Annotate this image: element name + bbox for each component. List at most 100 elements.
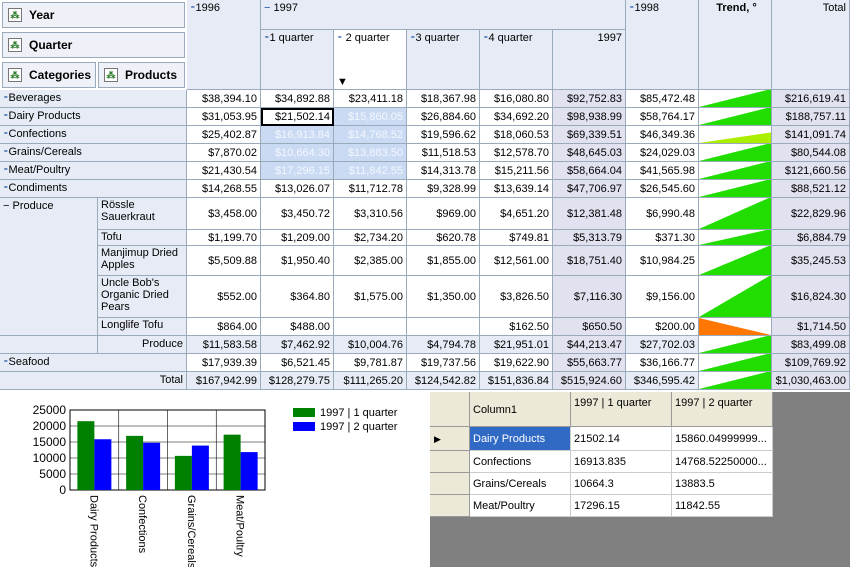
value-cell[interactable]: $26,545.60 [626,180,699,198]
value-cell[interactable]: $85,472.48 [626,90,699,108]
value-cell[interactable]: $34,692.20 [480,108,553,126]
header-trend[interactable]: Trend, ° [699,0,772,90]
sort-arrow-icon[interactable]: ▼ [337,74,348,89]
value-cell[interactable]: $488.00 [261,318,334,336]
value-cell[interactable]: $3,310.56 [334,198,407,230]
header-q3[interactable]: ⁃3 quarter [407,30,480,90]
value-cell[interactable]: $5,509.88 [187,246,261,276]
value-cell[interactable]: $36,166.77 [626,354,699,372]
value-cell[interactable]: $18,367.98 [407,90,480,108]
value-cell[interactable]: $111,265.20 [334,372,407,390]
value-cell[interactable]: $16,080.80 [480,90,553,108]
grid-row-header[interactable] [430,473,470,495]
value-cell[interactable]: $5,313.79 [553,230,626,246]
value-cell[interactable]: $35,245.53 [772,246,850,276]
value-cell[interactable]: $1,030,463.00 [772,372,850,390]
value-cell[interactable]: $1,209.00 [261,230,334,246]
year-field-button[interactable]: ⁂ Year [2,2,185,28]
value-cell[interactable]: $124,542.82 [407,372,480,390]
value-cell[interactable]: $515,924.60 [553,372,626,390]
category-condiments[interactable]: ⁃Condiments [0,180,187,198]
value-cell[interactable]: $18,060.53 [480,126,553,144]
value-cell[interactable]: $15,860.05 [334,108,407,126]
value-cell[interactable]: $46,349.36 [626,126,699,144]
product-label[interactable]: Tofu [98,230,187,246]
value-cell[interactable]: $4,651.20 [480,198,553,230]
product-label[interactable]: Manjimup Dried Apples [98,246,187,276]
value-cell[interactable]: $7,870.02 [187,144,261,162]
grid-cell[interactable]: 17296.15 [571,495,672,517]
value-cell[interactable]: $19,596.62 [407,126,480,144]
value-cell[interactable]: $6,990.48 [626,198,699,230]
value-cell[interactable]: $3,458.00 [187,198,261,230]
value-cell[interactable]: $34,892.88 [261,90,334,108]
value-cell[interactable]: $88,521.12 [772,180,850,198]
value-cell[interactable]: $38,394.10 [187,90,261,108]
value-cell[interactable]: $21,430.54 [187,162,261,180]
value-cell[interactable]: $19,737.56 [407,354,480,372]
category-meat-poultry[interactable]: ⁃Meat/Poultry [0,162,187,180]
grid-cell[interactable]: 14768.52250000... [672,451,773,473]
value-cell[interactable]: $14,768.52 [334,126,407,144]
value-cell[interactable]: $9,156.00 [626,276,699,318]
value-cell[interactable]: $12,561.00 [480,246,553,276]
value-cell[interactable]: $47,706.97 [553,180,626,198]
value-cell[interactable]: $1,199.70 [187,230,261,246]
value-cell[interactable]: $552.00 [187,276,261,318]
grid-row-header[interactable] [430,495,470,517]
value-cell[interactable]: $6,884.79 [772,230,850,246]
value-cell[interactable]: $9,328.99 [407,180,480,198]
grid-cell[interactable]: 16913.835 [571,451,672,473]
value-cell[interactable]: $31,053.95 [187,108,261,126]
value-cell[interactable]: $1,855.00 [407,246,480,276]
product-label[interactable]: Rössle Sauerkraut [98,198,187,230]
value-cell[interactable]: $864.00 [187,318,261,336]
value-cell[interactable]: $10,984.25 [626,246,699,276]
value-cell[interactable]: $14,268.55 [187,180,261,198]
header-q1[interactable]: ⁃1 quarter [261,30,334,90]
grid-row-header[interactable] [430,451,470,473]
value-cell[interactable]: $14,313.78 [407,162,480,180]
value-cell[interactable]: $1,950.40 [261,246,334,276]
category-produce[interactable]: − Produce [0,198,98,336]
product-label[interactable]: Uncle Bob's Organic Dried Pears [98,276,187,318]
value-cell[interactable]: $1,350.00 [407,276,480,318]
value-cell[interactable]: $7,116.30 [553,276,626,318]
value-cell[interactable]: $10,004.76 [334,336,407,354]
value-cell[interactable]: $969.00 [407,198,480,230]
value-cell[interactable]: $3,450.72 [261,198,334,230]
grid-cell[interactable]: Dairy Products [470,427,571,451]
value-cell[interactable] [334,318,407,336]
value-cell[interactable]: $55,663.77 [553,354,626,372]
value-cell[interactable]: $11,712.78 [334,180,407,198]
value-cell[interactable]: $11,518.53 [407,144,480,162]
value-cell[interactable]: $3,826.50 [480,276,553,318]
value-cell[interactable]: $650.50 [553,318,626,336]
category-seafood[interactable]: ⁃Seafood [0,354,187,372]
value-cell[interactable]: $109,769.92 [772,354,850,372]
value-cell[interactable]: $98,938.99 [553,108,626,126]
value-cell[interactable]: $200.00 [626,318,699,336]
value-cell[interactable]: $25,402.87 [187,126,261,144]
header-1997-total[interactable]: 1997 [553,30,626,90]
value-cell[interactable]: $128,279.75 [261,372,334,390]
value-cell[interactable]: $4,794.78 [407,336,480,354]
value-cell[interactable]: $11,583.58 [187,336,261,354]
quarter-field-button[interactable]: ⁂ Quarter [2,32,185,58]
header-q2[interactable]: ⁃ 2 quarter ▼ [334,30,407,90]
value-cell[interactable]: $19,622.90 [480,354,553,372]
value-cell[interactable]: $80,544.08 [772,144,850,162]
value-cell[interactable]: $21,951.01 [480,336,553,354]
value-cell[interactable]: $216,619.41 [772,90,850,108]
value-cell[interactable]: $10,664.30 [261,144,334,162]
value-cell[interactable]: $167,942.99 [187,372,261,390]
value-cell[interactable]: $27,702.03 [626,336,699,354]
category-beverages[interactable]: ⁃Beverages [0,90,187,108]
grid-cell[interactable]: 13883.5 [672,473,773,495]
value-cell[interactable]: $92,752.83 [553,90,626,108]
header-1998[interactable]: ⁃1998 [626,0,699,90]
value-cell[interactable]: $17,939.39 [187,354,261,372]
value-cell[interactable]: $11,842.55 [334,162,407,180]
value-cell[interactable]: $17,296.15 [261,162,334,180]
value-cell[interactable]: $16,824.30 [772,276,850,318]
